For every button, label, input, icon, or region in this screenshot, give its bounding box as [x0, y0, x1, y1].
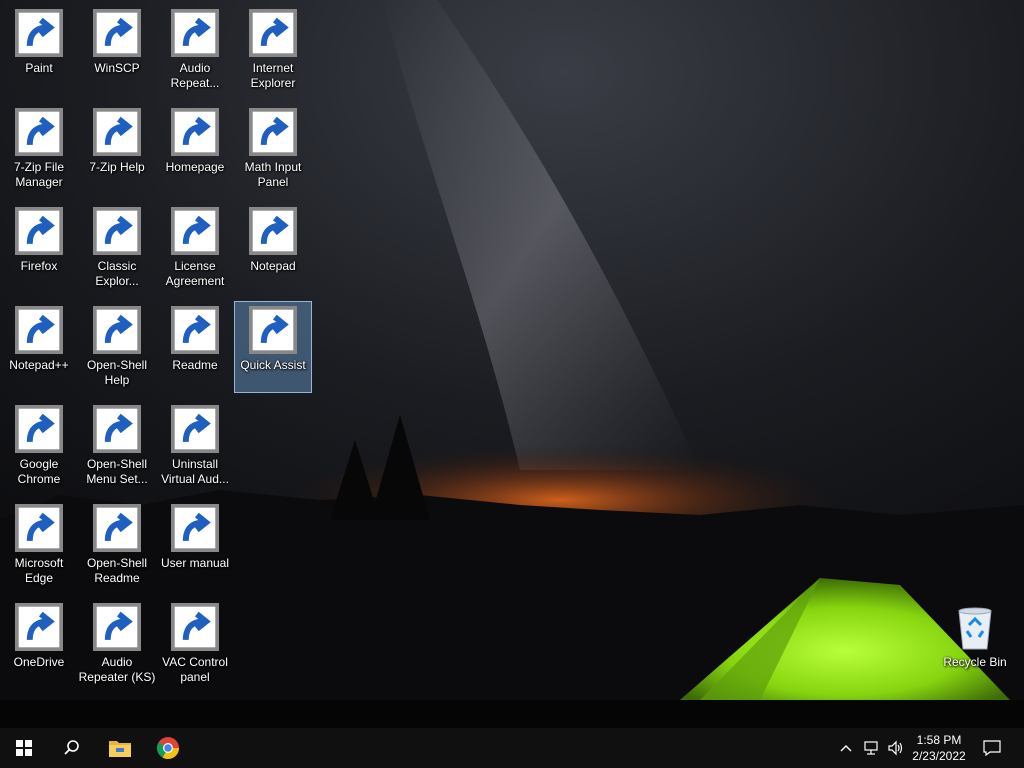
desktop-icon-label: Open-Shell Menu Set...	[86, 457, 148, 486]
shell-icon	[93, 405, 141, 453]
text-document-icon	[171, 207, 219, 255]
notepad-plus-icon	[15, 306, 63, 354]
desktop-icon-recycle-bin[interactable]: Recycle Bin	[936, 598, 1014, 690]
taskbar-chrome[interactable]	[144, 728, 192, 768]
firefox-icon	[15, 207, 63, 255]
desktop-icon-7-zip-file-manager[interactable]: 7z 7-Zip File Manager	[0, 103, 78, 195]
vac-panel-icon	[171, 603, 219, 651]
system-clock[interactable]: 1:58 PM 2/23/2022	[908, 728, 970, 768]
desktop-icon-open-shell-readme[interactable]: A Open-Shell Readme	[78, 499, 156, 591]
chrome-icon	[15, 405, 63, 453]
desktop-icon-google-chrome[interactable]: Google Chrome	[0, 400, 78, 492]
desktop-icon-label: Google Chrome	[17, 457, 61, 486]
action-center-icon	[983, 740, 1001, 756]
desktop-icon-user-manual[interactable]: ? User manual	[156, 499, 234, 591]
desktop-icon-label: Microsoft Edge	[14, 556, 64, 585]
internet-explorer-icon	[249, 9, 297, 57]
desktop-icon-vac-control-panel[interactable]: VAC Control panel	[156, 598, 234, 690]
desktop-icon-label: Recycle Bin	[943, 655, 1007, 669]
desktop-icon-license-agreement[interactable]: License Agreement	[156, 202, 234, 294]
desktop-icon-label: OneDrive	[13, 655, 65, 669]
desktop-icon-uninstall-virtual-aud[interactable]: Uninstall Virtual Aud...	[156, 400, 234, 492]
desktop-icon-open-shell-help[interactable]: ? Open-Shell Help	[78, 301, 156, 393]
audio-repeater-icon	[93, 603, 141, 651]
edge-icon	[15, 504, 63, 552]
desktop-icon-audio-repeat[interactable]: Audio Repeat...	[156, 4, 234, 96]
document-icon	[171, 108, 219, 156]
desktop-icon-label: Uninstall Virtual Aud...	[161, 457, 229, 486]
volume-icon	[888, 740, 903, 756]
desktop-icon-label: Audio Repeat...	[170, 61, 220, 90]
network-status[interactable]	[860, 728, 884, 768]
text-document-icon	[171, 306, 219, 354]
desktop-icon-audio-repeater-ks[interactable]: Audio Repeater (KS)	[78, 598, 156, 690]
network-icon	[864, 741, 878, 755]
desktop-icon-homepage[interactable]: Homepage	[156, 103, 234, 195]
desktop-icon-label: License Agreement	[165, 259, 225, 288]
desktop-icon-label: VAC Control panel	[162, 655, 228, 684]
desktop-icon-label: User manual	[160, 556, 230, 570]
help-icon: ?	[93, 108, 141, 156]
volume-control[interactable]	[884, 728, 908, 768]
file-explorer-icon	[109, 741, 131, 757]
taskbar-file-explorer[interactable]	[96, 728, 144, 768]
winscp-icon	[93, 9, 141, 57]
desktop-icon-classic-explor[interactable]: Classic Explor...	[78, 202, 156, 294]
paint-icon	[15, 9, 63, 57]
math-input-icon	[249, 108, 297, 156]
windows-start-icon	[16, 740, 32, 756]
desktop-icon-microsoft-edge[interactable]: Microsoft Edge	[0, 499, 78, 591]
uninstall-icon	[171, 405, 219, 453]
desktop-icon-label: Firefox	[20, 259, 58, 273]
clock-date: 2/23/2022	[912, 749, 966, 763]
desktop-icon-label: Notepad	[250, 259, 296, 273]
desktop-icon-label: Math Input Panel	[244, 160, 302, 189]
audio-repeater-icon	[171, 9, 219, 57]
show-hidden-icons[interactable]	[836, 728, 856, 768]
recycle-bin-icon	[951, 603, 999, 651]
wordpad-doc-icon: A	[93, 504, 141, 552]
desktop-icon-label: Open-Shell Help	[86, 358, 148, 387]
7zip-icon: 7z	[15, 108, 63, 156]
desktop-icon-internet-explorer[interactable]: Internet Explorer	[234, 4, 312, 96]
desktop-icon-label: Audio Repeater (KS)	[78, 655, 156, 684]
desktop-icon-paint[interactable]: Paint	[0, 4, 78, 96]
desktop-icon-readme[interactable]: Readme	[156, 301, 234, 393]
desktop-icon-open-shell-menu-set[interactable]: Open-Shell Menu Set...	[78, 400, 156, 492]
desktop-icon-label: Homepage	[165, 160, 225, 174]
notepad-icon	[249, 207, 297, 255]
desktop-icon-label: Readme	[172, 358, 218, 372]
desktop-icon-label: 7-Zip File Manager	[13, 160, 64, 189]
desktop-icon-label: 7-Zip Help	[89, 160, 145, 174]
taskbar: 1:58 PM 2/23/2022	[0, 728, 1024, 768]
quick-assist-icon	[249, 306, 297, 354]
start-button[interactable]	[0, 728, 48, 768]
desktop-icon-7-zip-help[interactable]: ? 7-Zip Help	[78, 103, 156, 195]
search-button[interactable]	[48, 728, 96, 768]
help-icon: ?	[93, 306, 141, 354]
desktop-icon-onedrive[interactable]: OneDrive	[0, 598, 78, 690]
desktop-icon-label: Quick Assist	[240, 358, 306, 372]
chevron-up-icon	[840, 745, 852, 752]
chrome-icon	[157, 737, 179, 759]
desktop-icon-label: Internet Explorer	[250, 61, 296, 90]
desktop-icon-winscp[interactable]: WinSCP	[78, 4, 156, 96]
desktop-icon-label: WinSCP	[94, 61, 140, 75]
clock-time: 1:58 PM	[916, 733, 962, 747]
desktop-icon-label: Paint	[25, 61, 53, 75]
desktop-icon-notepad[interactable]: Notepad++	[0, 301, 78, 393]
desktop-icon-math-input-panel[interactable]: Math Input Panel	[234, 103, 312, 195]
desktop-icon-notepad[interactable]: Notepad	[234, 202, 312, 294]
shell-icon	[93, 207, 141, 255]
help-icon: ?	[171, 504, 219, 552]
onedrive-icon	[15, 603, 63, 651]
desktop-icon-label: Open-Shell Readme	[86, 556, 148, 585]
desktop-icon-label: Classic Explor...	[95, 259, 139, 288]
desktop-icon-firefox[interactable]: Firefox	[0, 202, 78, 294]
action-center-button[interactable]	[976, 728, 1008, 768]
desktop-icon-quick-assist[interactable]: Quick Assist	[234, 301, 312, 393]
desktop-icon-label: Notepad++	[9, 358, 69, 372]
search-icon	[64, 740, 79, 755]
